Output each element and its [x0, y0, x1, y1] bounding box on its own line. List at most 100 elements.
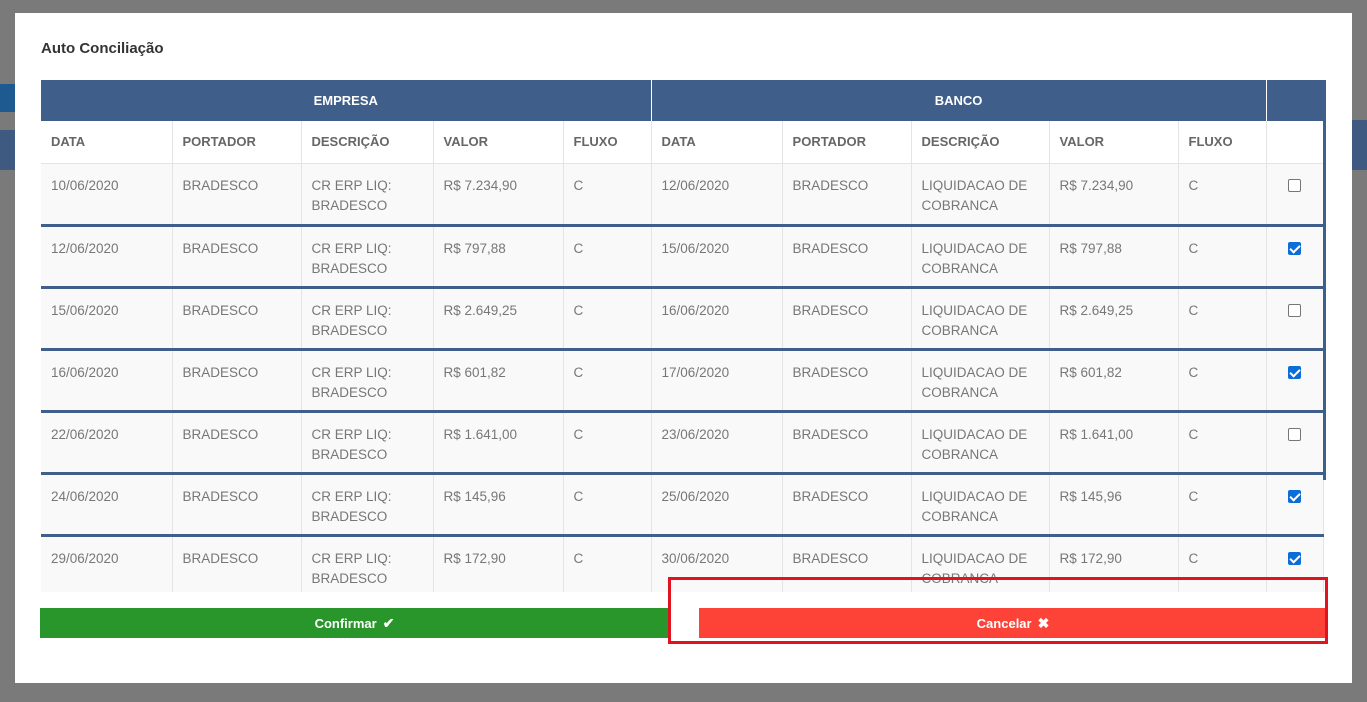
cell-e-fluxo: C: [563, 411, 652, 473]
column-header-banco-descricao: DESCRIÇÃO: [911, 121, 1050, 164]
row-select-checkbox[interactable]: [1288, 303, 1302, 317]
cell-b-data: 16/06/2020: [651, 287, 783, 349]
cell-e-portador: BRADESCO: [172, 473, 302, 535]
cell-e-portador: BRADESCO: [172, 411, 302, 473]
conciliation-table: EMPRESA BANCO DATA PORTADOR DESCRIÇÃO VALOR…: [41, 80, 1324, 592]
cell-b-data: 17/06/2020: [651, 349, 783, 411]
modal-title: Auto Conciliação: [41, 40, 164, 57]
cell-e-portador: BRADESCO: [172, 225, 302, 287]
row-select-checkbox[interactable]: [1288, 241, 1302, 255]
column-header-banco-fluxo: FLUXO: [1178, 121, 1267, 164]
cell-b-portador: BRADESCO: [782, 411, 912, 473]
cell-select: [1266, 349, 1324, 411]
cell-b-data: 25/06/2020: [651, 473, 783, 535]
cell-e-desc: CR ERP LIQ: BRADESCO: [301, 349, 434, 411]
cell-e-portador: BRADESCO: [172, 163, 302, 225]
cell-b-portador: BRADESCO: [782, 473, 912, 535]
check-icon: ✔: [382, 615, 395, 631]
table-body: 10/06/2020 BRADESCO CR ERP LIQ: BRADESCO R$…: [41, 163, 1324, 592]
confirm-button[interactable]: Confirmar ✔: [40, 608, 669, 638]
cell-e-data: 12/06/2020: [41, 225, 173, 287]
cell-e-desc: CR ERP LIQ: BRADESCO: [301, 163, 434, 225]
cell-e-valor: R$ 7.234,90: [433, 163, 564, 225]
cell-e-valor: R$ 145,96: [433, 473, 564, 535]
cell-b-valor: R$ 797,88: [1049, 225, 1179, 287]
cell-e-data: 10/06/2020: [41, 163, 173, 225]
cell-b-valor: R$ 145,96: [1049, 473, 1179, 535]
cell-b-portador: BRADESCO: [782, 225, 912, 287]
cell-b-desc: LIQUIDACAO DE COBRANCA: [911, 225, 1050, 287]
cell-e-data: 15/06/2020: [41, 287, 173, 349]
cell-e-portador: BRADESCO: [172, 349, 302, 411]
row-select-checkbox[interactable]: [1288, 551, 1302, 565]
cell-e-valor: R$ 601,82: [433, 349, 564, 411]
cell-b-data: 12/06/2020: [651, 163, 783, 225]
table-scrollbar[interactable]: [1323, 80, 1326, 480]
cancel-highlight-box: [668, 577, 1328, 644]
cell-e-portador: BRADESCO: [172, 287, 302, 349]
cell-select: [1266, 225, 1324, 287]
cell-e-valor: R$ 172,90: [433, 535, 564, 592]
row-select-checkbox[interactable]: [1288, 365, 1302, 379]
cell-b-fluxo: C: [1178, 287, 1267, 349]
cell-select: [1266, 473, 1324, 535]
cell-b-data: 23/06/2020: [651, 411, 783, 473]
column-header-banco-data: DATA: [651, 121, 783, 164]
backdrop-element: [1351, 120, 1367, 170]
row-select-checkbox[interactable]: [1288, 489, 1302, 503]
cell-b-desc: LIQUIDACAO DE COBRANCA: [911, 349, 1050, 411]
cell-e-portador: BRADESCO: [172, 535, 302, 592]
cell-b-valor: R$ 7.234,90: [1049, 163, 1179, 225]
row-select-checkbox[interactable]: [1288, 178, 1302, 192]
table-row[interactable]: 10/06/2020 BRADESCO CR ERP LIQ: BRADESCO R$…: [41, 163, 1324, 225]
cell-e-valor: R$ 1.641,00: [433, 411, 564, 473]
cell-e-desc: CR ERP LIQ: BRADESCO: [301, 287, 434, 349]
cell-b-portador: BRADESCO: [782, 287, 912, 349]
cell-e-fluxo: C: [563, 163, 652, 225]
cell-b-valor: R$ 2.649,25: [1049, 287, 1179, 349]
conciliation-table-container[interactable]: EMPRESA BANCO DATA PORTADOR DESCRIÇÃO VALOR…: [41, 80, 1326, 592]
table-row[interactable]: 16/06/2020 BRADESCO CR ERP LIQ: BRADESCO R$…: [41, 349, 1324, 411]
table-row[interactable]: 12/06/2020 BRADESCO CR ERP LIQ: BRADESCO R$…: [41, 225, 1324, 287]
column-header-empresa-valor: VALOR: [433, 121, 564, 164]
cell-b-fluxo: C: [1178, 163, 1267, 225]
table-row[interactable]: 22/06/2020 BRADESCO CR ERP LIQ: BRADESCO R$…: [41, 411, 1324, 473]
cell-e-fluxo: C: [563, 225, 652, 287]
cell-b-desc: LIQUIDACAO DE COBRANCA: [911, 411, 1050, 473]
cell-select: [1266, 411, 1324, 473]
column-header-banco-portador: PORTADOR: [782, 121, 912, 164]
cell-b-desc: LIQUIDACAO DE COBRANCA: [911, 473, 1050, 535]
table-row[interactable]: 24/06/2020 BRADESCO CR ERP LIQ: BRADESCO R$…: [41, 473, 1324, 535]
confirm-button-label: Confirmar: [314, 615, 377, 631]
cell-b-desc: LIQUIDACAO DE COBRANCA: [911, 163, 1050, 225]
cell-e-desc: CR ERP LIQ: BRADESCO: [301, 473, 434, 535]
table-row[interactable]: 15/06/2020 BRADESCO CR ERP LIQ: BRADESCO R$…: [41, 287, 1324, 349]
cell-e-valor: R$ 2.649,25: [433, 287, 564, 349]
cell-e-valor: R$ 797,88: [433, 225, 564, 287]
group-header-select: [1266, 80, 1324, 121]
cell-b-fluxo: C: [1178, 349, 1267, 411]
cell-e-desc: CR ERP LIQ: BRADESCO: [301, 225, 434, 287]
cell-e-data: 24/06/2020: [41, 473, 173, 535]
column-header-empresa-portador: PORTADOR: [172, 121, 302, 164]
group-header-empresa: EMPRESA: [41, 80, 652, 121]
column-header-empresa-descricao: DESCRIÇÃO: [301, 121, 434, 164]
cell-e-fluxo: C: [563, 535, 652, 592]
cell-b-fluxo: C: [1178, 473, 1267, 535]
cell-e-data: 16/06/2020: [41, 349, 173, 411]
backdrop-element: [0, 84, 16, 112]
cell-b-valor: R$ 601,82: [1049, 349, 1179, 411]
group-header-banco: BANCO: [651, 80, 1267, 121]
column-header-empresa-data: DATA: [41, 121, 173, 164]
cell-e-data: 22/06/2020: [41, 411, 173, 473]
cell-b-portador: BRADESCO: [782, 163, 912, 225]
column-header-banco-valor: VALOR: [1049, 121, 1179, 164]
cell-b-portador: BRADESCO: [782, 349, 912, 411]
column-header-select: [1266, 121, 1324, 164]
cell-e-data: 29/06/2020: [41, 535, 173, 592]
cell-e-desc: CR ERP LIQ: BRADESCO: [301, 535, 434, 592]
cell-b-desc: LIQUIDACAO DE COBRANCA: [911, 287, 1050, 349]
row-select-checkbox[interactable]: [1288, 427, 1302, 441]
cell-e-fluxo: C: [563, 287, 652, 349]
cell-e-desc: CR ERP LIQ: BRADESCO: [301, 411, 434, 473]
